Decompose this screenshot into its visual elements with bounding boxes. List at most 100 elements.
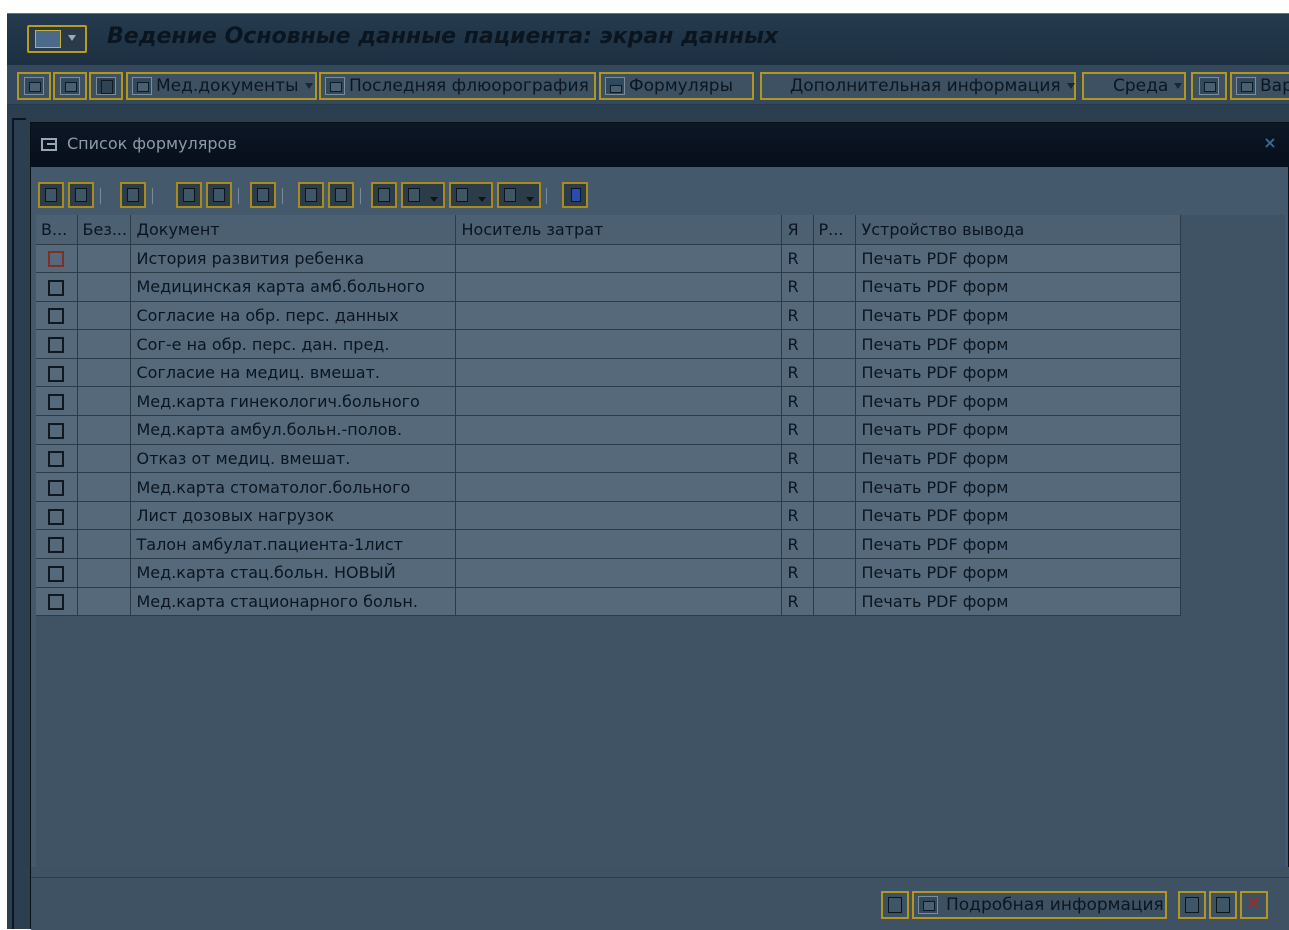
- table-row[interactable]: Лист дозовых нагрузок R Печать PDF форм: [36, 501, 1181, 531]
- row-output-device-cell: Печать PDF форм: [855, 244, 1181, 274]
- forms-button[interactable]: Формуляры: [599, 72, 754, 100]
- cancel-button[interactable]: [1240, 891, 1268, 919]
- find-icon[interactable]: [298, 182, 324, 208]
- row-cost-carrier-cell: [455, 329, 782, 359]
- window-left-edge: [0, 13, 7, 929]
- row-checkbox-cell[interactable]: [36, 244, 78, 274]
- row-checkbox-cell[interactable]: [36, 529, 78, 560]
- row-checkbox-cell[interactable]: [36, 272, 78, 302]
- variants-button[interactable]: Вар: [1230, 72, 1289, 100]
- column-header-cost-carrier[interactable]: Носитель затрат: [455, 215, 782, 245]
- row-checkbox[interactable]: [48, 251, 65, 268]
- toolbar-button-overview[interactable]: [89, 72, 123, 100]
- row-checkbox[interactable]: [48, 451, 65, 468]
- row-checkbox-cell[interactable]: [36, 501, 78, 531]
- row-checkbox-cell[interactable]: [36, 329, 78, 359]
- table-row[interactable]: Мед.карта стационарного больн. R Печать PD…: [36, 587, 1181, 617]
- row-document-cell: Мед.карта стац.больн. НОВЫЙ: [130, 558, 456, 588]
- row-checkbox[interactable]: [48, 279, 65, 296]
- row-cost-carrier-cell: [455, 386, 782, 417]
- row-checkbox[interactable]: [48, 480, 65, 497]
- row-cost-carrier-cell: [455, 244, 782, 274]
- forms-label: Формуляры: [629, 76, 734, 96]
- column-header-without[interactable]: Без...: [77, 215, 131, 245]
- table-row[interactable]: Мед.карта амбул.больн.-полов. R Печать PDF…: [36, 415, 1181, 445]
- row-p-cell: [813, 386, 856, 417]
- row-checkbox[interactable]: [48, 508, 65, 525]
- toolbar-separator: [546, 188, 547, 204]
- details-icon[interactable]: [120, 182, 146, 208]
- table-row[interactable]: Медицинская карта амб.больного R Печать PD…: [36, 272, 1181, 302]
- find-next-icon[interactable]: [328, 182, 354, 208]
- table-row[interactable]: Мед.карта гинекологич.больного R Печать PD…: [36, 386, 1181, 417]
- row-checkbox[interactable]: [48, 565, 65, 582]
- column-header-language[interactable]: Я: [781, 215, 814, 245]
- row-cost-carrier-cell: [455, 472, 782, 502]
- row-without-cell: [77, 529, 131, 560]
- table-row[interactable]: Согласие на обр. перс. данных R Печать PDF…: [36, 301, 1181, 331]
- toolbar-button-copy[interactable]: [1191, 72, 1227, 100]
- table-row[interactable]: История развития ребенка R Печать PDF форм: [36, 244, 1181, 274]
- row-output-device-cell: Печать PDF форм: [855, 587, 1181, 617]
- row-checkbox[interactable]: [48, 365, 65, 382]
- row-checkbox-cell[interactable]: [36, 472, 78, 502]
- row-checkbox[interactable]: [48, 394, 65, 411]
- last-fluoro-button[interactable]: Последняя флюорография: [319, 72, 596, 100]
- dialog-title: Список формуляров: [67, 134, 237, 153]
- deselect-all-footer-button[interactable]: [1209, 891, 1237, 919]
- sort-ascending-icon[interactable]: [176, 182, 202, 208]
- column-header-output-device[interactable]: Устройство вывода: [855, 215, 1181, 245]
- layout-dropdown-icon[interactable]: [497, 182, 541, 208]
- export-dropdown-icon[interactable]: [449, 182, 493, 208]
- filter-dropdown-icon[interactable]: [401, 182, 445, 208]
- row-checkbox[interactable]: [48, 308, 65, 325]
- sort-descending-icon[interactable]: [206, 182, 232, 208]
- select-all-footer-button[interactable]: [1178, 891, 1206, 919]
- row-p-cell: [813, 529, 856, 560]
- refresh-icon[interactable]: [250, 182, 276, 208]
- print-button[interactable]: [881, 891, 909, 919]
- system-menu-button[interactable]: [27, 25, 87, 53]
- toolbar-button-edit[interactable]: [17, 72, 51, 100]
- row-checkbox-cell[interactable]: [36, 587, 78, 617]
- detail-info-button[interactable]: Подробная информация: [912, 891, 1167, 919]
- forms-table: В... Без... Документ Носитель затрат Я Р…: [36, 215, 1181, 617]
- column-header-document[interactable]: Документ: [130, 215, 456, 245]
- row-output-device-cell: Печать PDF форм: [855, 444, 1181, 474]
- row-checkbox-cell[interactable]: [36, 301, 78, 331]
- table-row[interactable]: Мед.карта стоматолог.больного R Печать PDF…: [36, 472, 1181, 502]
- row-checkbox[interactable]: [48, 537, 65, 554]
- row-checkbox[interactable]: [48, 422, 65, 439]
- row-checkbox-cell[interactable]: [36, 415, 78, 445]
- printer-icon: [605, 77, 625, 95]
- row-document-cell: Мед.карта стоматолог.больного: [130, 472, 456, 502]
- table-row[interactable]: Талон амбулат.пациента-1лист R Печать PDF …: [36, 529, 1181, 560]
- background-frame: [12, 118, 26, 929]
- row-checkbox-cell[interactable]: [36, 558, 78, 588]
- info-icon[interactable]: [562, 182, 588, 208]
- table-row[interactable]: Отказ от медиц. вмешат. R Печать PDF форм: [36, 444, 1181, 474]
- row-without-cell: [77, 329, 131, 359]
- print-preview-icon[interactable]: [371, 182, 397, 208]
- table-row[interactable]: Сог-е на обр. перс. дан. пред. R Печать PD…: [36, 329, 1181, 359]
- deselect-all-icon[interactable]: [68, 182, 94, 208]
- row-without-cell: [77, 415, 131, 445]
- row-language-cell: R: [781, 301, 814, 331]
- row-document-cell: Мед.карта амбул.больн.-полов.: [130, 415, 456, 445]
- select-all-icon[interactable]: [38, 182, 64, 208]
- row-checkbox-cell[interactable]: [36, 358, 78, 388]
- table-row[interactable]: Согласие на медиц. вмешат. R Печать PDF фо…: [36, 358, 1181, 388]
- column-header-p[interactable]: Р...: [813, 215, 856, 245]
- row-checkbox[interactable]: [48, 594, 65, 611]
- row-checkbox[interactable]: [48, 337, 65, 354]
- environment-button[interactable]: Среда: [1082, 72, 1186, 100]
- table-row[interactable]: Мед.карта стац.больн. НОВЫЙ R Печать PDF ф…: [36, 558, 1181, 588]
- med-docs-button[interactable]: Мед.документы: [126, 72, 317, 100]
- additional-info-button[interactable]: Дополнительная информация: [760, 72, 1076, 100]
- toolbar-button-display[interactable]: [53, 72, 87, 100]
- row-checkbox-cell[interactable]: [36, 386, 78, 417]
- close-icon[interactable]: ×: [1261, 134, 1279, 152]
- column-header-select[interactable]: В...: [36, 215, 78, 245]
- details-icon: [918, 896, 938, 914]
- row-checkbox-cell[interactable]: [36, 444, 78, 474]
